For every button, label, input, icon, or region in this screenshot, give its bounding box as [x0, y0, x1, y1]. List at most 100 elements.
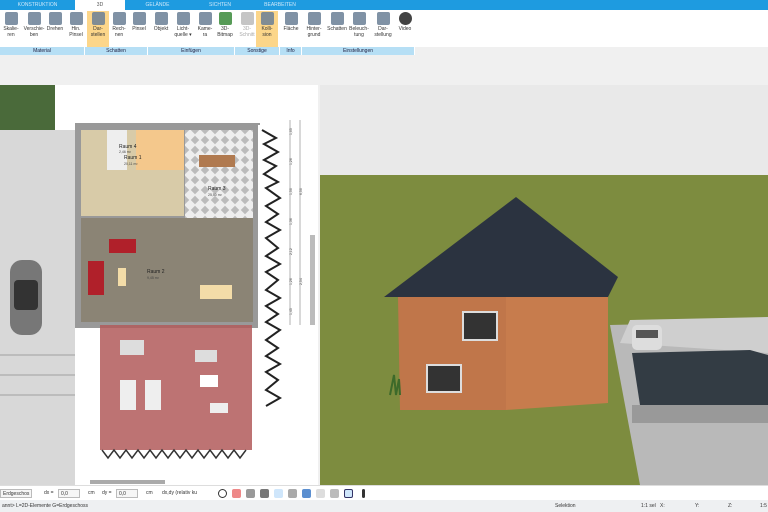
layer-icon[interactable] — [260, 489, 269, 498]
status-x: X: — [660, 503, 665, 509]
3d-view[interactable] — [320, 85, 768, 485]
ribbon-label: Drehen — [46, 26, 64, 32]
background-icon — [307, 12, 321, 25]
ribbon-button-rech[interactable]: Rech-nen — [108, 11, 130, 47]
ribbon-groups: Material Schatten Einfügen Sonstige Info… — [0, 47, 415, 55]
ribbon-button-schatten[interactable]: Schatten — [326, 11, 348, 47]
north-icon[interactable] — [344, 489, 353, 498]
ribbon-button-fläche[interactable]: Fläche — [280, 11, 302, 47]
ribbon-button-verschie[interactable]: Verschie-ben — [23, 11, 45, 47]
section-icon — [240, 12, 254, 25]
dim-label: 1,50 — [289, 188, 293, 195]
ribbon-button-hin[interactable]: Hin. Pinsel — [65, 11, 87, 47]
table-2 — [200, 285, 232, 299]
sofa-2 — [88, 261, 104, 295]
dim-label: 6,50 — [299, 188, 303, 195]
group-icon[interactable] — [288, 489, 297, 498]
dx-input[interactable]: 0,0 — [58, 489, 80, 498]
carport-roof — [632, 350, 768, 405]
ribbon-button-dar[interactable]: Dar-stellung — [372, 11, 394, 47]
dx-unit: cm — [88, 490, 95, 496]
ribbon-button-dar[interactable]: Dar-stellen — [87, 11, 109, 47]
wall-icon[interactable] — [316, 489, 325, 498]
status-hint: annt> L=2D-Elemente G=Erdgeschoss — [2, 503, 89, 509]
tab-gelaende[interactable]: GELÄNDE — [125, 0, 190, 10]
dining-table — [199, 155, 235, 167]
status-mode: Selektion — [555, 503, 576, 509]
ribbon-tabs: KONSTRUKTION 3D GELÄNDE SICHTEN BEARBEIT… — [0, 0, 768, 10]
room-2-label: Raum 2 — [147, 269, 165, 275]
group-info: Info — [280, 47, 302, 55]
video-icon — [398, 12, 412, 25]
ribbon-label: stellung — [374, 31, 392, 38]
ribbon-button-licht[interactable]: Licht-quelle ▾ — [172, 11, 194, 47]
room-1-area: 20,11 m² — [124, 162, 138, 166]
ribbon: Skalie-ren Verschie-ben Drehen Hin. Pinsel Da… — [0, 10, 768, 47]
sofa — [109, 239, 136, 253]
tree-icon — [218, 12, 232, 25]
room-3-area: 25,50 m² — [208, 193, 223, 197]
ribbon-label: grund — [307, 31, 321, 38]
room-2-floor — [81, 218, 253, 322]
ribbon-label: Pinsel — [69, 31, 83, 38]
ribbon-button-drehen[interactable]: Drehen — [44, 11, 66, 47]
screen-icon[interactable] — [232, 489, 241, 498]
snap-icon[interactable] — [274, 489, 283, 498]
dy-label: dy = — [102, 490, 112, 496]
tab-3d[interactable]: 3D — [75, 0, 125, 10]
grid-icon[interactable] — [330, 489, 339, 498]
ribbon-label: stellen — [90, 31, 106, 38]
chair-icon — [154, 12, 168, 25]
group-einfuegen: Einfügen — [148, 47, 235, 55]
dy-unit: cm — [146, 490, 153, 496]
window — [426, 364, 462, 393]
dim-label: 2,54 — [299, 278, 303, 285]
ribbon-button-video[interactable]: Video — [394, 11, 416, 47]
group-sonstige: Sonstige — [235, 47, 280, 55]
paint-icon — [132, 12, 146, 25]
floor-select[interactable]: Erdgeschos — [0, 489, 32, 498]
ribbon-button-3d[interactable]: 3D- Bitmap — [214, 11, 236, 47]
ribbon-label: Objekt — [153, 26, 169, 32]
group-einstellungen: Einstellungen — [302, 47, 415, 55]
ribbon-button-3d[interactable]: 3D- Schnitt — [236, 11, 258, 47]
coord-mode-select[interactable]: dx,dy (relativ ku — [160, 489, 204, 498]
lighting-icon — [352, 12, 366, 25]
sky — [320, 85, 768, 175]
printer-icon[interactable] — [246, 489, 255, 498]
ribbon-label: quelle ▾ — [174, 31, 192, 38]
dx-label: dx = — [44, 490, 54, 496]
brush-icon — [69, 12, 83, 25]
status-z: Z: — [728, 503, 733, 509]
ribbon-label: ra — [202, 31, 208, 38]
area-icon — [284, 12, 298, 25]
tab-bearbeiten[interactable]: BEARBEITEN — [250, 0, 310, 10]
ribbon-button-objekt[interactable]: Objekt — [150, 11, 172, 47]
tab-sichten[interactable]: SICHTEN — [190, 0, 250, 10]
ribbon-button-skalie[interactable]: Skalie-ren — [0, 11, 22, 47]
tab-konstruktion[interactable]: KONSTRUKTION — [0, 0, 75, 10]
house-side-wall — [506, 297, 608, 410]
camera-icon — [198, 12, 212, 25]
status-bar: annt> L=2D-Elemente G=Erdgeschoss Selekt… — [0, 500, 768, 512]
info-icon[interactable] — [362, 489, 365, 498]
plan-horizontal-scrollbar[interactable] — [90, 480, 165, 484]
dim-label: 1,45 — [289, 308, 293, 315]
ribbon-label: nen — [114, 31, 124, 38]
ribbon-label: tung — [354, 31, 364, 38]
floor-plan-view[interactable]: Raum 4 2,46 m² Raum 1 20,11 m² Raum 3 25… — [0, 85, 318, 485]
ribbon-label: Video — [398, 26, 412, 32]
dy-input[interactable]: 0,0 — [116, 489, 138, 498]
plan-vertical-scrollbar[interactable] — [310, 235, 315, 325]
ribbon-button-kolli[interactable]: Kolli-sion — [256, 11, 278, 47]
clock-icon[interactable] — [218, 489, 227, 498]
status-scale: 1:1 sel — [641, 503, 656, 509]
group-material: Material — [0, 47, 85, 55]
3d-icon[interactable] — [302, 489, 311, 498]
dim-label: 1,36 — [289, 218, 293, 225]
display-icon — [376, 12, 390, 25]
ribbon-button-kame[interactable]: Kame-ra — [194, 11, 216, 47]
ribbon-button-hinter[interactable]: Hinter-grund — [303, 11, 325, 47]
ribbon-button-beleuch[interactable]: Beleuch-tung — [348, 11, 370, 47]
ribbon-button-pinsel[interactable]: Pinsel — [128, 11, 150, 47]
